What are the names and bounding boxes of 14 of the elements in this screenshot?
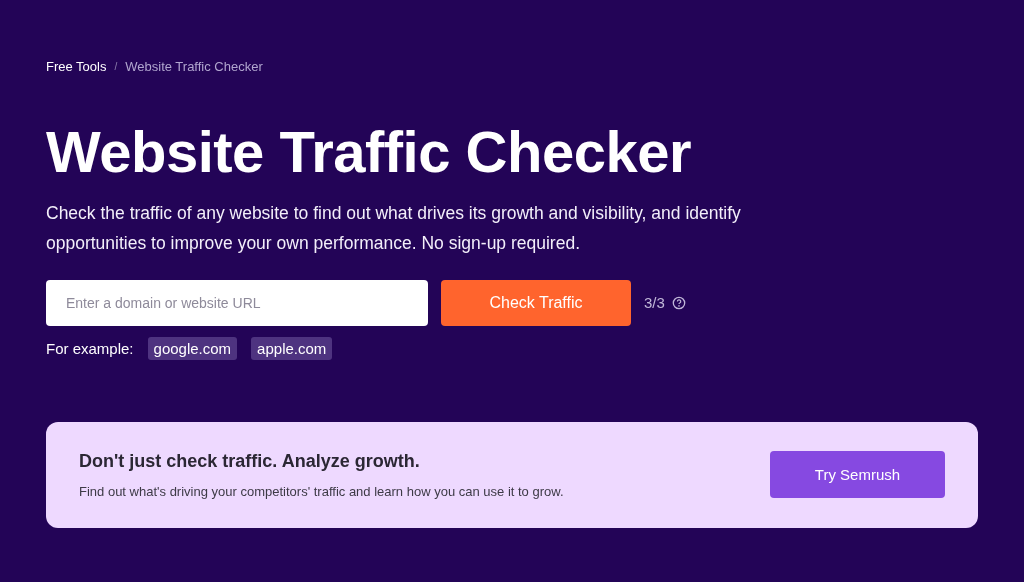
example-chip[interactable]: google.com: [147, 336, 238, 360]
breadcrumb-link[interactable]: Free Tools: [46, 59, 107, 74]
current-page-label: Website Traffic Checker: [125, 59, 263, 74]
slash-divider: /: [114, 61, 118, 72]
example-chip[interactable]: apple.com: [251, 336, 333, 360]
promo-title: Don't just check traffic. Analyze growth.: [79, 450, 421, 472]
examples-label: For example:: [46, 339, 134, 357]
promo-text: Find out what's driving your competitors' traffic and learn how you can use it to grow.: [79, 483, 564, 499]
usage-counter: 3/3: [644, 294, 665, 312]
page-description: Check the traffic of any website to find out what drives its growth and visibility, and identify opportunities to improve your own performance. No sign-up required.: [46, 201, 742, 255]
page-title: Website Traffic Checker: [46, 120, 693, 184]
help-icon[interactable]: [671, 295, 686, 310]
try-semrush-button[interactable]: Try Semrush: [770, 451, 945, 499]
domain-input-field[interactable]: Enter a domain or website URL: [46, 279, 428, 326]
